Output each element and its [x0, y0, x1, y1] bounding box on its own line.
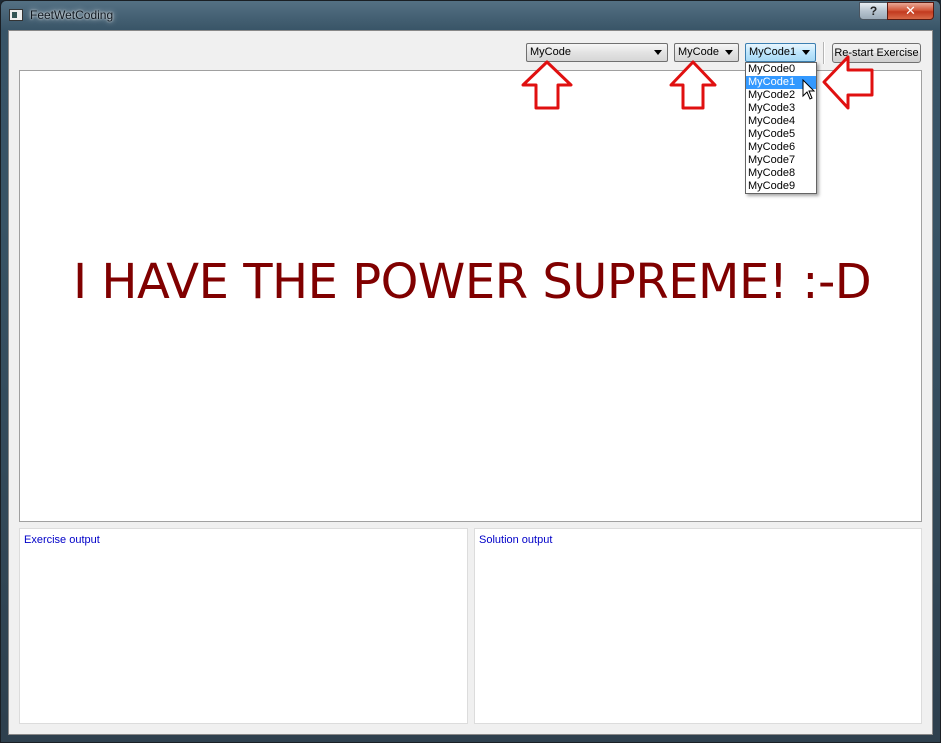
exercise-select-value: MyCode1	[749, 46, 797, 58]
dropdown-item[interactable]: MyCode9	[746, 180, 816, 193]
up-arrow-annotation-icon	[669, 60, 717, 110]
chevron-down-icon	[802, 50, 810, 55]
dropdown-item[interactable]: MyCode6	[746, 141, 816, 154]
canvas-message: I HAVE THE POWER SUPREME! :-D	[73, 254, 872, 310]
exercise-group-value: MyCode	[530, 46, 571, 58]
chevron-down-icon	[725, 50, 733, 55]
app-icon	[9, 9, 23, 21]
dropdown-item[interactable]: MyCode8	[746, 167, 816, 180]
dropdown-item[interactable]: MyCode4	[746, 115, 816, 128]
dropdown-item[interactable]: MyCode5	[746, 128, 816, 141]
solution-output-label: Solution output	[479, 534, 553, 546]
dropdown-item[interactable]: MyCode0	[746, 63, 816, 76]
exercise-output-panel: Exercise output	[19, 528, 468, 724]
dropdown-item[interactable]: MyCode7	[746, 154, 816, 167]
title-bar[interactable]: FeetWetCoding ? ✕	[1, 1, 941, 31]
exercise-output-label: Exercise output	[24, 534, 100, 546]
window-title: FeetWetCoding	[30, 8, 114, 22]
help-button[interactable]: ?	[859, 2, 888, 20]
exercise-file-value: MyCode	[678, 46, 719, 58]
chevron-down-icon	[654, 50, 662, 55]
up-arrow-annotation-icon	[521, 60, 573, 110]
left-arrow-annotation-icon	[822, 55, 874, 110]
close-button[interactable]: ✕	[887, 2, 934, 20]
mouse-pointer-icon	[802, 79, 816, 100]
solution-output-panel: Solution output	[474, 528, 922, 724]
exercise-select-combo[interactable]: MyCode1	[745, 43, 816, 62]
dropdown-item[interactable]: MyCode3	[746, 102, 816, 115]
